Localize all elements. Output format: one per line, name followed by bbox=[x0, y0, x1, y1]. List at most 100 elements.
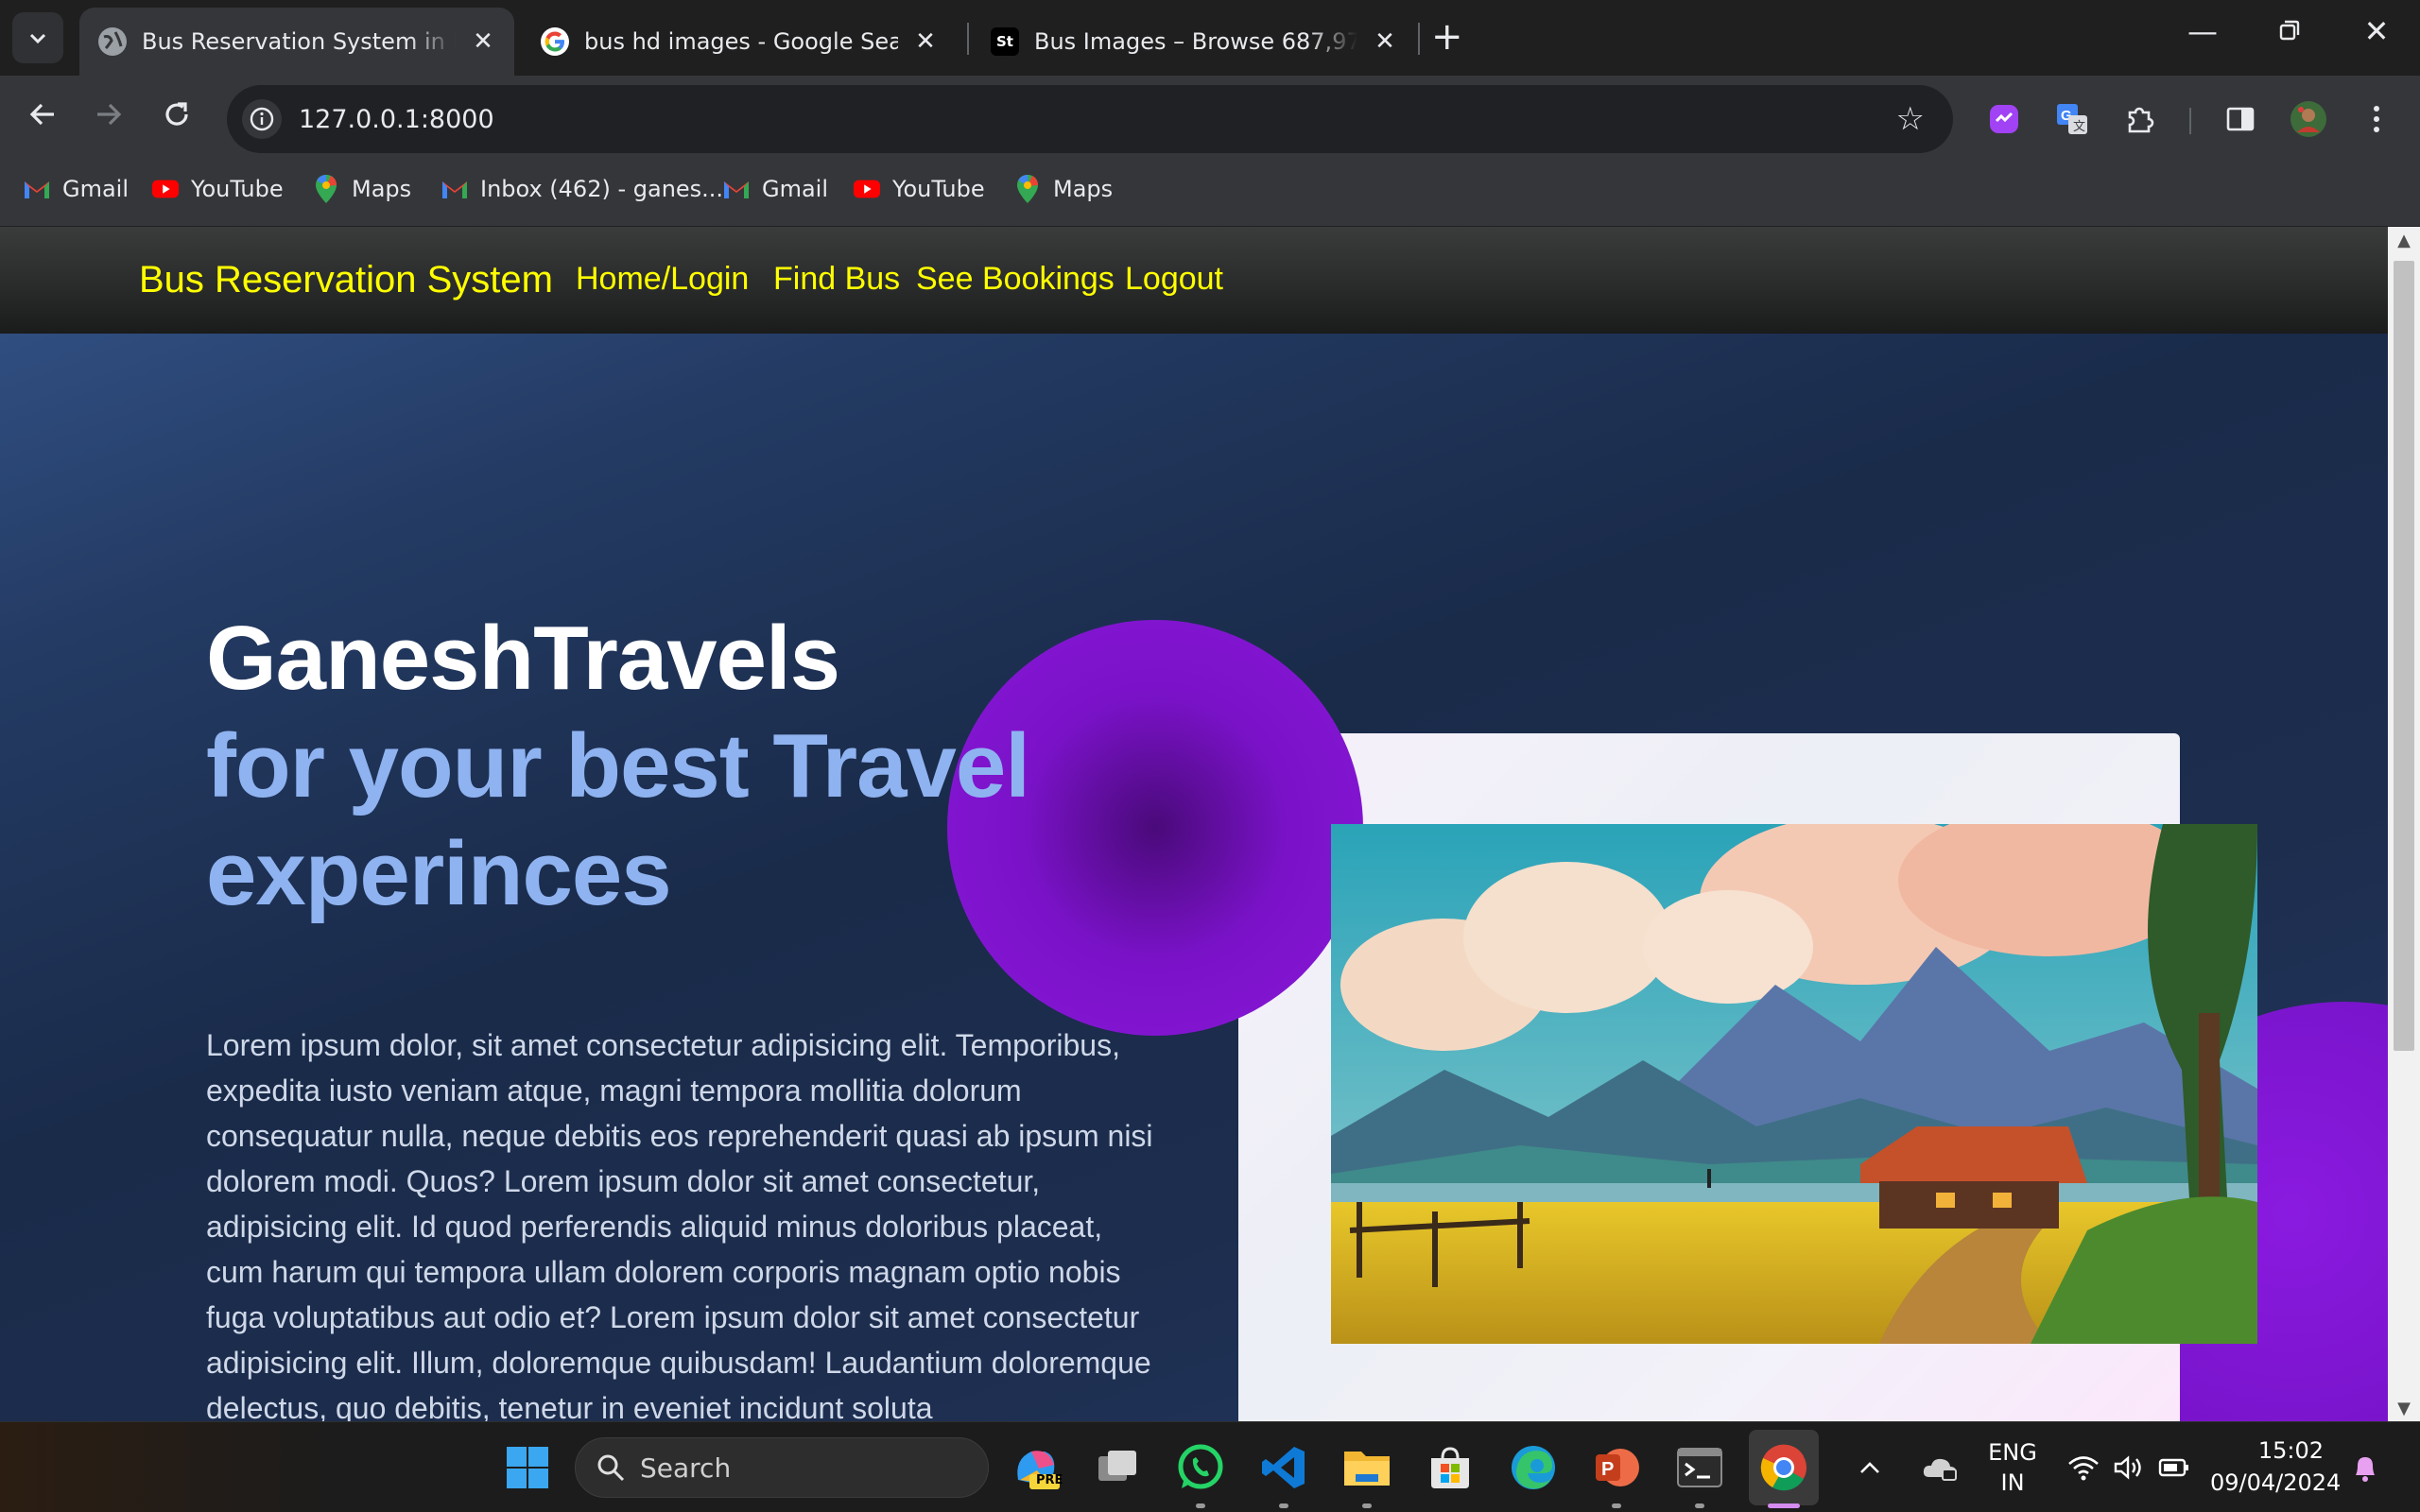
task-view-icon[interactable] bbox=[1089, 1439, 1146, 1496]
scroll-up-icon[interactable]: ▲ bbox=[2388, 231, 2420, 250]
address-bar[interactable]: 127.0.0.1:8000 ☆ bbox=[227, 85, 1953, 153]
tab-search-button[interactable] bbox=[12, 12, 63, 63]
translate-extension-icon[interactable]: G文 bbox=[2049, 96, 2095, 142]
bookmark-label: Gmail bbox=[62, 176, 130, 202]
region-code: IN bbox=[2000, 1469, 2025, 1496]
bookmark-inbox[interactable]: Inbox (462) - ganes... bbox=[441, 176, 723, 202]
hero-body-text: Lorem ipsum dolor, sit amet consectetur … bbox=[206, 1028, 1153, 1421]
bookmark-label: Gmail bbox=[762, 176, 829, 202]
stock-favicon-icon: St bbox=[991, 27, 1019, 56]
side-panel-icon[interactable] bbox=[2218, 96, 2263, 142]
edge-icon[interactable] bbox=[1505, 1439, 1562, 1496]
google-icon bbox=[541, 27, 569, 56]
file-explorer-icon[interactable] bbox=[1339, 1439, 1395, 1496]
maps-icon bbox=[1013, 175, 1042, 203]
hero-subtitle: for your best Travel experinces bbox=[206, 715, 1030, 924]
taskbar-search-label: Search bbox=[640, 1452, 732, 1484]
clock-date: 09/04/2024 bbox=[2210, 1469, 2342, 1496]
new-tab-icon[interactable]: + bbox=[1431, 15, 1463, 59]
site-navbar: Bus Reservation System Home/Login Find B… bbox=[0, 227, 2388, 334]
forward-icon[interactable] bbox=[85, 96, 132, 138]
taskbar-search[interactable]: Search bbox=[575, 1437, 989, 1498]
terminal-icon[interactable] bbox=[1671, 1439, 1728, 1496]
clock[interactable]: 15:02 09/04/2024 bbox=[2210, 1437, 2342, 1496]
language-indicator[interactable]: ENG IN bbox=[1981, 1439, 2044, 1496]
tab-bus-reservation[interactable]: Bus Reservation System in Django ✕ bbox=[79, 8, 514, 76]
svg-text:P: P bbox=[1601, 1459, 1614, 1480]
running-indicator bbox=[1695, 1503, 1704, 1508]
gmail-icon bbox=[23, 177, 51, 201]
site-info-icon[interactable] bbox=[242, 99, 282, 139]
nav-home-login[interactable]: Home/Login bbox=[576, 261, 749, 298]
more-menu-icon[interactable] bbox=[2354, 96, 2399, 142]
globe-icon bbox=[98, 27, 127, 56]
tab-title: Bus Reservation System in Django bbox=[142, 28, 456, 55]
start-windows-icon[interactable] bbox=[499, 1439, 556, 1496]
tab-separator bbox=[1418, 23, 1420, 55]
page-scrollbar[interactable]: ▲ ▼ bbox=[2388, 227, 2420, 1421]
powerpoint-icon[interactable]: P bbox=[1588, 1439, 1645, 1496]
bookmark-star-icon[interactable]: ☆ bbox=[1896, 100, 1925, 138]
tab-strip: Bus Reservation System in Django ✕ bus h… bbox=[0, 0, 2420, 76]
scroll-down-icon[interactable]: ▼ bbox=[2388, 1399, 2420, 1418]
browser-toolbar: 127.0.0.1:8000 ☆ G文 bbox=[0, 76, 2420, 163]
volume-icon[interactable] bbox=[2108, 1439, 2150, 1496]
clock-time: 15:02 bbox=[2257, 1437, 2324, 1464]
nav-see-bookings[interactable]: See Bookings bbox=[916, 261, 1115, 298]
reload-icon[interactable] bbox=[153, 96, 200, 138]
svg-text:文: 文 bbox=[2073, 119, 2085, 133]
minimize-icon[interactable]: — bbox=[2174, 13, 2231, 49]
web-page: Bus Reservation System Home/Login Find B… bbox=[0, 227, 2388, 1421]
brand-link[interactable]: Bus Reservation System bbox=[139, 259, 553, 301]
battery-icon[interactable] bbox=[2153, 1439, 2195, 1496]
tab-google-search[interactable]: bus hd images - Google Search ✕ bbox=[522, 8, 957, 76]
gmail-icon bbox=[722, 177, 751, 201]
youtube-icon bbox=[853, 177, 881, 201]
restore-icon[interactable] bbox=[2261, 13, 2318, 49]
bookmarks-bar: Gmail YouTube Maps Inbox (462) - ganes..… bbox=[0, 163, 2420, 227]
hero-title: GaneshTravels bbox=[206, 608, 840, 709]
chrome-icon[interactable] bbox=[1755, 1439, 1812, 1496]
microsoft-store-icon[interactable] bbox=[1422, 1439, 1478, 1496]
extensions-puzzle-icon[interactable] bbox=[2118, 96, 2163, 142]
vscode-icon[interactable] bbox=[1255, 1439, 1312, 1496]
profile-avatar[interactable] bbox=[2286, 96, 2331, 142]
show-hidden-icons-icon[interactable] bbox=[1851, 1439, 1889, 1496]
maps-icon bbox=[312, 175, 340, 203]
scroll-thumb[interactable] bbox=[2394, 261, 2414, 1051]
active-indicator bbox=[1768, 1503, 1800, 1508]
bookmark-maps-2[interactable]: Maps bbox=[1013, 175, 1113, 203]
back-icon[interactable] bbox=[19, 96, 66, 138]
bookmark-gmail-2[interactable]: Gmail bbox=[722, 176, 828, 202]
windows-taskbar: Search PRE P ENG IN 15:02 09/04/2024 bbox=[0, 1421, 2420, 1512]
gmail-icon bbox=[441, 177, 469, 201]
copilot-icon[interactable]: PRE bbox=[1008, 1439, 1064, 1496]
tab-bus-images[interactable]: St Bus Images – Browse 687,974 Stock Pho… bbox=[972, 8, 1416, 76]
running-indicator bbox=[1612, 1503, 1621, 1508]
bookmark-youtube[interactable]: YouTube bbox=[151, 176, 284, 202]
bookmark-gmail[interactable]: Gmail bbox=[23, 176, 129, 202]
nav-find-bus[interactable]: Find Bus bbox=[773, 261, 900, 298]
notification-bell-icon[interactable] bbox=[2344, 1439, 2386, 1496]
close-tab-icon[interactable]: ✕ bbox=[471, 27, 495, 56]
tab-title: bus hd images - Google Search bbox=[584, 28, 898, 55]
chevron-down-icon bbox=[29, 33, 46, 44]
bookmark-youtube-2[interactable]: YouTube bbox=[853, 176, 985, 202]
tab-separator bbox=[967, 23, 969, 55]
wifi-icon[interactable] bbox=[2063, 1439, 2104, 1496]
extension-purple-icon[interactable] bbox=[1981, 96, 2027, 142]
bookmark-label: Maps bbox=[352, 176, 412, 202]
onedrive-icon[interactable] bbox=[1919, 1439, 1961, 1496]
tab-title: Bus Images – Browse 687,974 Stock Photos bbox=[1034, 28, 1357, 55]
running-indicator bbox=[1362, 1503, 1372, 1508]
close-tab-icon[interactable]: ✕ bbox=[1373, 27, 1397, 56]
landscape-illustration bbox=[1331, 824, 2257, 1344]
close-window-icon[interactable]: ✕ bbox=[2348, 13, 2405, 49]
nav-logout[interactable]: Logout bbox=[1125, 261, 1223, 298]
url-text[interactable]: 127.0.0.1:8000 bbox=[299, 105, 494, 134]
language-code: ENG bbox=[1988, 1439, 2037, 1466]
copilot-badge: PRE bbox=[1036, 1473, 1063, 1487]
whatsapp-icon[interactable] bbox=[1172, 1439, 1229, 1496]
bookmark-maps[interactable]: Maps bbox=[312, 175, 412, 203]
close-tab-icon[interactable]: ✕ bbox=[913, 27, 938, 56]
